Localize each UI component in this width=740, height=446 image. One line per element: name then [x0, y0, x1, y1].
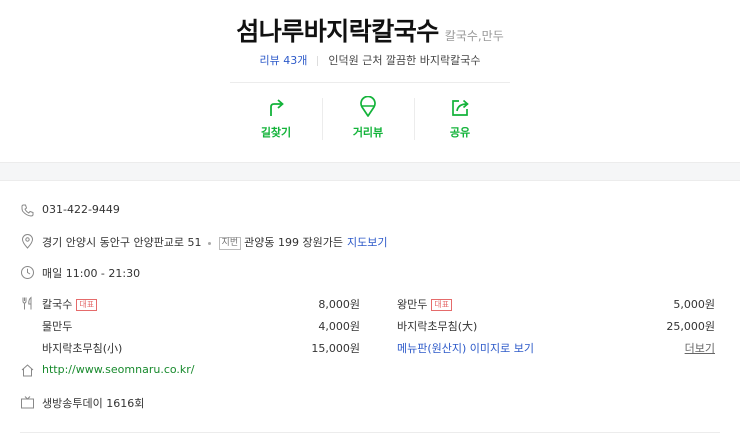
location-pin-icon [21, 234, 34, 249]
fork-knife-icon [22, 296, 32, 310]
menu-item-name: 바지락초무침(大) [397, 320, 478, 333]
place-description: 인덕원 근처 깔끔한 바지락칼국수 [328, 54, 481, 67]
title-row: 섬나루바지락칼국수 칼국수,만두 [0, 12, 740, 48]
menu-name: 칼국수 대표 [42, 296, 98, 312]
summary-row: 리뷰 43개 인덕원 근처 깔끔한 바지락칼국수 [0, 52, 740, 68]
section-gap [0, 163, 740, 180]
menu-item-price: 8,000원 [318, 298, 360, 311]
clock-icon [21, 266, 34, 279]
menu-column-right: 왕만두 대표 5,000원 바지락초무침(大) 25,000원 메뉴판(원산지) … [397, 296, 715, 362]
jibun-address: 관양동 199 장원가든 [244, 236, 343, 249]
home-icon [21, 364, 34, 377]
road-address: 경기 안양시 동안구 안양판교로 51 [42, 236, 202, 249]
tv-icon [21, 396, 34, 409]
menu-item: 왕만두 대표 5,000원 [397, 296, 715, 318]
divider [20, 432, 720, 433]
place-header: 섬나루바지락칼국수 칼국수,만두 리뷰 43개 인덕원 근처 깔끔한 바지락칼국수 … [0, 0, 740, 163]
menu-item-name: 바지락초무침(小) [42, 342, 123, 355]
place-title: 섬나루바지락칼국수 [236, 17, 439, 46]
tv-appearance: 생방송투데이 1616회 [42, 397, 145, 410]
signature-badge: 대표 [431, 299, 453, 311]
phone-number[interactable]: 031-422-9449 [42, 203, 120, 216]
menu-item: 물만두 4,000원 [42, 318, 360, 340]
directions-icon [270, 99, 284, 116]
phone-icon [21, 204, 34, 217]
separator-dot [207, 241, 211, 245]
menu-item: 바지락초무침(大) 25,000원 [397, 318, 715, 340]
menu-links: 메뉴판(원산지) 이미지로 보기 더보기 [397, 340, 715, 362]
menu-item-name: 물만두 [42, 320, 73, 333]
business-hours: 매일 11:00 - 21:30 [42, 267, 141, 280]
menu-item-price: 4,000원 [318, 320, 360, 333]
signature-badge: 대표 [76, 299, 98, 311]
review-count-link[interactable]: 리뷰 43개 [259, 54, 307, 67]
map-link[interactable]: 지도보기 [347, 236, 387, 249]
menu-item-name: 왕만두 [397, 298, 428, 311]
menu-name: 왕만두 대표 [397, 296, 453, 312]
street-view-button[interactable]: 거리뷰 [322, 96, 414, 144]
street-view-icon [360, 96, 376, 117]
website-link[interactable]: http://www.seomnaru.co.kr/ [42, 363, 195, 376]
action-bar: 길찾기 거리뷰 공유 [230, 96, 506, 144]
menu-item: 바지락초무침(小) 15,000원 [42, 340, 360, 362]
separator [317, 56, 319, 66]
place-category: 칼국수,만두 [444, 29, 504, 43]
street-view-label: 거리뷰 [352, 126, 384, 139]
directions-label: 길찾기 [260, 126, 292, 139]
address-line: 경기 안양시 동안구 안양판교로 51 지번 관양동 199 장원가든 지도보기 [42, 234, 387, 250]
menu-item-price: 5,000원 [673, 298, 715, 311]
divider [230, 82, 510, 83]
menu-item: 칼국수 대표 8,000원 [42, 296, 360, 318]
share-button[interactable]: 공유 [414, 96, 506, 144]
menu-item-name: 칼국수 [42, 298, 73, 311]
menu-item-price: 15,000원 [311, 342, 360, 355]
menu-item-price: 25,000원 [666, 320, 715, 333]
menu-column-left: 칼국수 대표 8,000원 물만두 4,000원 바지락초무침(小) 15,000… [42, 296, 360, 362]
directions-button[interactable]: 길찾기 [230, 96, 322, 144]
jibun-tag: 지번 [218, 237, 242, 250]
divider [0, 180, 740, 181]
share-icon [452, 99, 469, 116]
menu-board-link[interactable]: 메뉴판(원산지) 이미지로 보기 [397, 340, 534, 356]
share-label: 공유 [449, 126, 471, 139]
more-link[interactable]: 더보기 [685, 340, 715, 356]
